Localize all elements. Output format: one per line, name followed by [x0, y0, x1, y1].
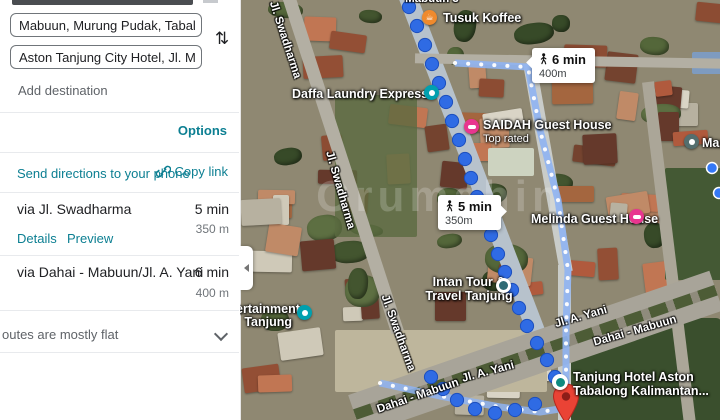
origin-input[interactable] [10, 13, 202, 37]
route-dot[interactable] [409, 18, 425, 34]
route-dot[interactable] [423, 369, 439, 385]
poi-dot[interactable] [712, 186, 720, 200]
details-link[interactable]: Details [17, 231, 57, 246]
panel-top-scroll [203, 0, 218, 3]
guesthouse-icon[interactable] [464, 119, 479, 134]
route-dot[interactable] [417, 37, 433, 53]
route-dot[interactable] [527, 396, 543, 412]
mosque-icon[interactable] [684, 134, 699, 149]
route-dot[interactable] [507, 402, 523, 418]
route-dot[interactable] [424, 56, 440, 72]
directions-panel: ⇅ Add destination Options Send direction… [0, 0, 241, 420]
alternate-route-dots [453, 61, 571, 400]
walking-icon [446, 200, 453, 212]
route-dot[interactable] [451, 132, 467, 148]
poi-label[interactable]: Daffa Laundry Express [292, 87, 428, 101]
poi-label[interactable]: Tanjung [240, 315, 292, 329]
coffee-icon[interactable]: ☕ [422, 10, 437, 25]
walking-icon [540, 53, 547, 65]
route-distance: 350 m [195, 222, 229, 236]
street-label: Mabuun 3 [405, 0, 459, 5]
route-dot[interactable] [483, 227, 499, 243]
satellite-map[interactable]: Orumahin Jl. Swadharma Jl. Swadharma Jl.… [240, 0, 720, 420]
chevron-down-icon[interactable] [213, 326, 229, 342]
route-dot[interactable] [490, 246, 506, 262]
swap-origin-destination-icon[interactable]: ⇅ [211, 27, 233, 51]
route-dot[interactable] [529, 335, 545, 351]
poi-label[interactable]: Tanjung Hotel Aston [573, 370, 694, 384]
route-time-badge[interactable]: 5 min 350m [438, 195, 507, 230]
poi-label[interactable]: ertainment [240, 302, 300, 316]
link-icon [155, 165, 171, 178]
divider [0, 352, 239, 353]
entertainment-icon[interactable] [297, 305, 312, 320]
divider [0, 152, 239, 153]
collapse-panel-button[interactable] [240, 246, 253, 290]
divider [0, 112, 239, 113]
poi-label[interactable]: Mas [702, 136, 720, 150]
poi-dot[interactable] [705, 161, 719, 175]
poi-label[interactable]: Tusuk Koffee [443, 11, 521, 25]
route-time: 5 min [194, 201, 229, 217]
route-dot[interactable] [487, 405, 503, 420]
route-dot[interactable] [539, 352, 555, 368]
copy-link-label: Copy link [174, 164, 228, 179]
route-dot[interactable] [449, 392, 465, 408]
route-dot[interactable] [519, 318, 535, 334]
badge-distance: 400m [539, 68, 567, 80]
poi-label[interactable]: Tabalong Kalimantan... [573, 384, 709, 398]
route-dot[interactable] [463, 170, 479, 186]
route-dot[interactable] [457, 151, 473, 167]
preview-link[interactable]: Preview [67, 231, 113, 246]
route-dot[interactable] [467, 401, 483, 417]
alternate-route-line[interactable] [454, 59, 572, 398]
guesthouse-icon[interactable] [629, 209, 644, 224]
route-distance: 400 m [195, 286, 229, 300]
copy-link-button[interactable]: Copy link [155, 164, 228, 179]
panel-top-bar [12, 0, 193, 5]
route-name: via Dahai - Mabuun/Jl. A. Yani [17, 264, 204, 280]
divider [0, 192, 239, 193]
laundry-icon[interactable] [424, 85, 439, 100]
destination-input[interactable] [10, 45, 202, 69]
badge-time: 6 min [552, 52, 586, 67]
route-time: 6 min [194, 264, 229, 280]
poi-sublabel: Top rated [483, 133, 529, 145]
route-time-badge[interactable]: 6 min 400m [526, 48, 595, 83]
badge-time: 5 min [458, 199, 492, 214]
route-dot[interactable] [511, 300, 527, 316]
travel-agency-icon[interactable] [496, 278, 511, 293]
routes-flat-note: outes are mostly flat [2, 327, 119, 342]
divider [0, 255, 239, 256]
options-button[interactable]: Options [178, 123, 227, 138]
route-name: via Jl. Swadharma [17, 201, 132, 217]
route-dot[interactable] [438, 94, 454, 110]
left-arrow-icon [244, 264, 249, 272]
hotel-icon[interactable] [552, 374, 568, 390]
divider [0, 310, 239, 311]
poi-label[interactable]: SAIDAH Guest House [483, 118, 612, 132]
add-destination-button[interactable]: Add destination [18, 83, 108, 98]
badge-distance: 350m [445, 215, 473, 227]
route-dot[interactable] [444, 113, 460, 129]
